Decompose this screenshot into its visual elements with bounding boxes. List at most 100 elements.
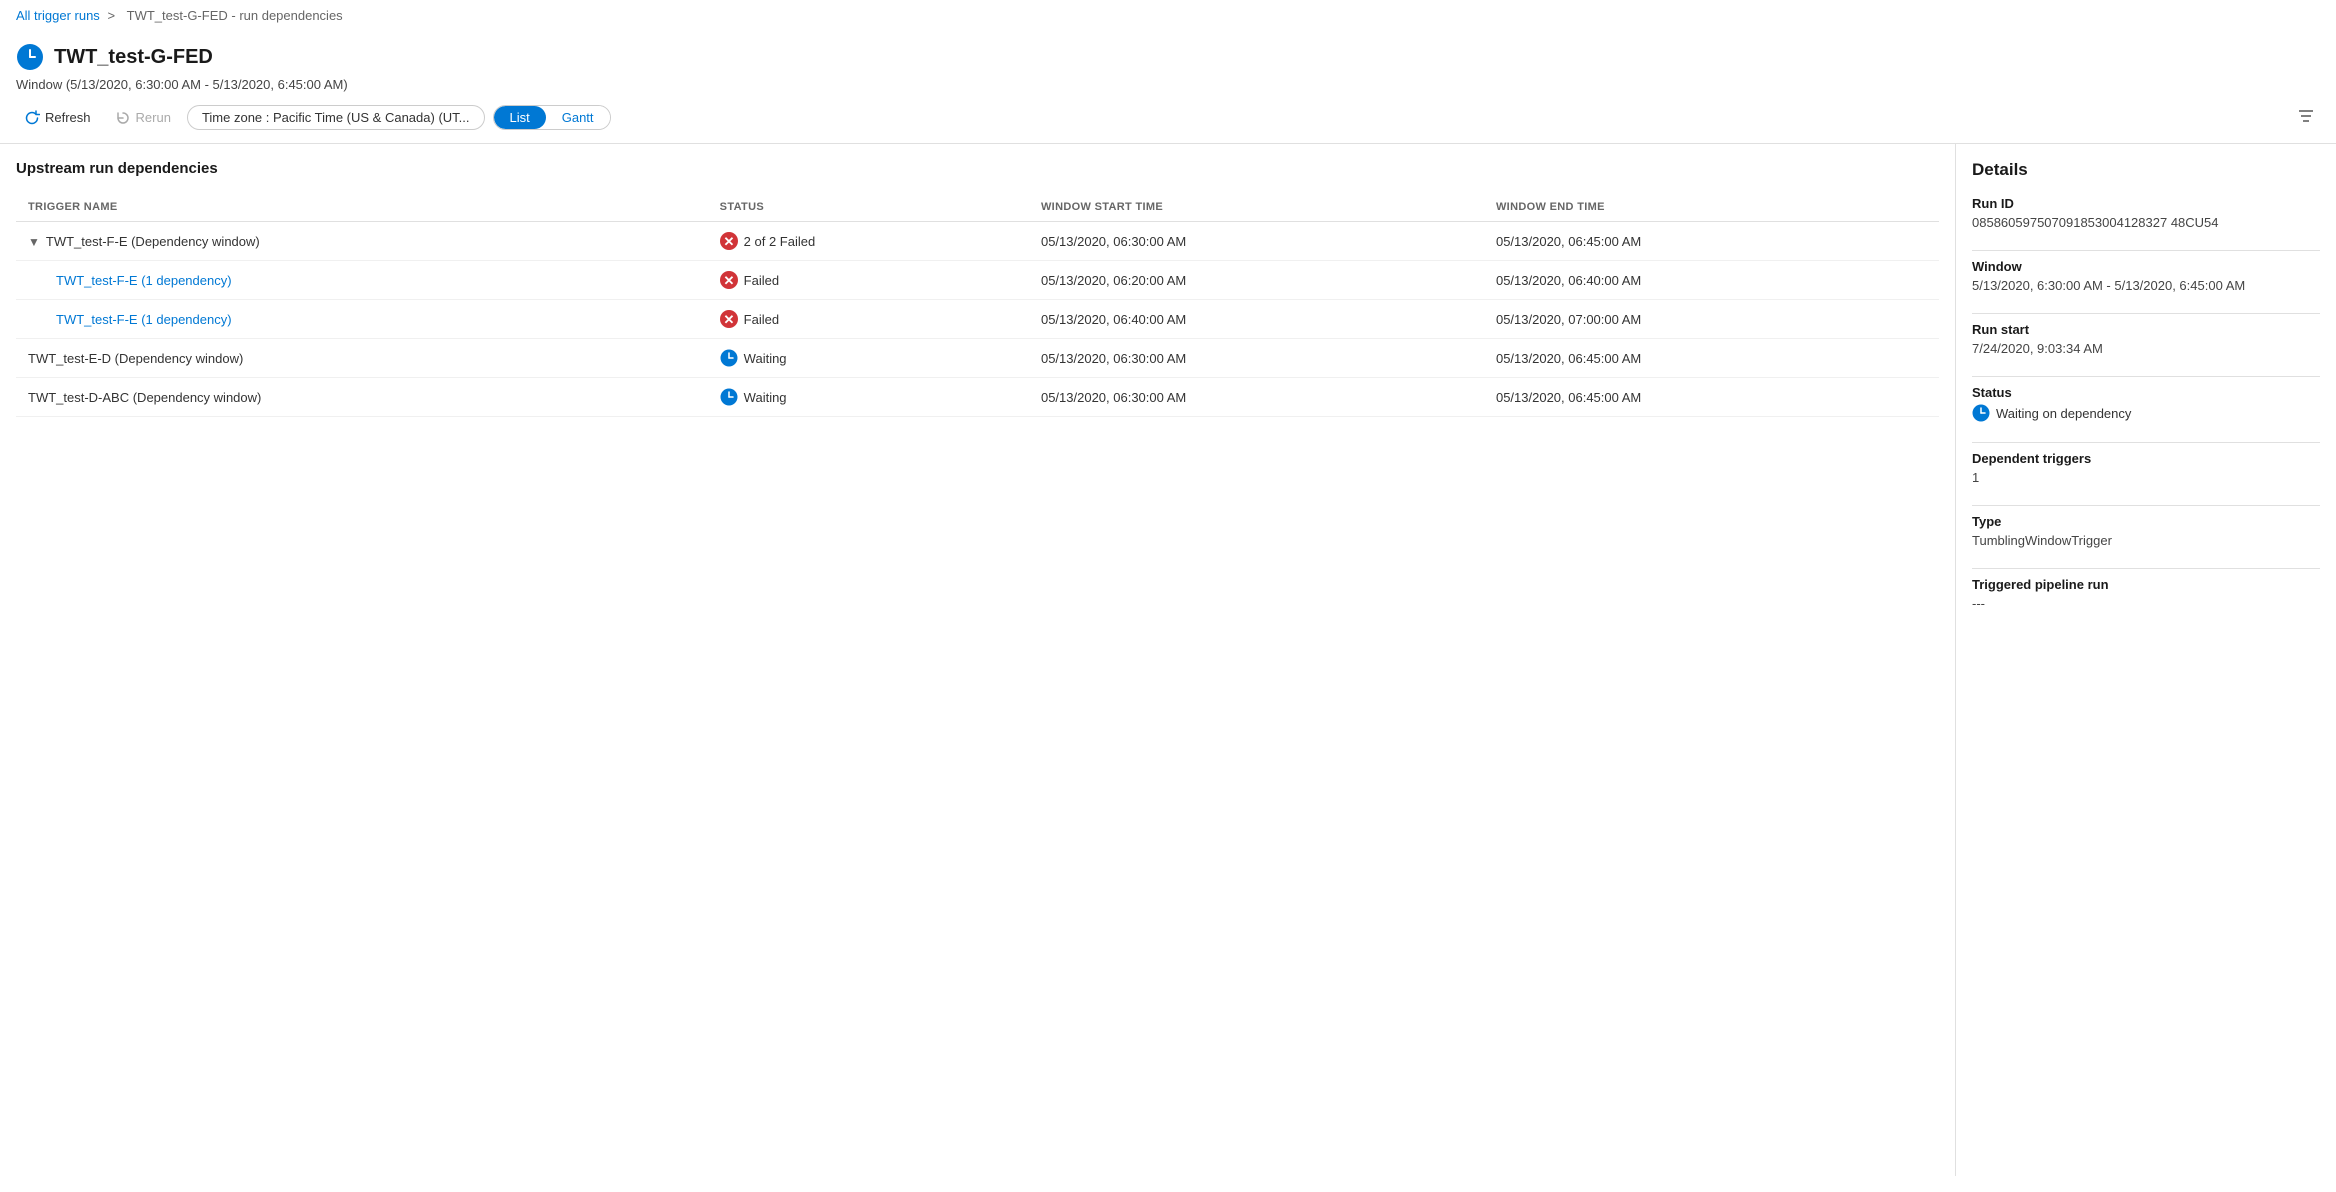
table-row: TWT_test-F-E (1 dependency) ✕ Failed 05/13/… (16, 261, 1939, 300)
dependent-triggers-section: Dependent triggers 1 (1972, 451, 2320, 485)
window-start-cell: 05/13/2020, 06:20:00 AM (1029, 261, 1484, 300)
trigger-name: TWT_test-F-E (Dependency window) (46, 234, 260, 249)
divider-2 (1972, 313, 2320, 314)
details-title: Details (1972, 160, 2320, 180)
window-label: Window (1972, 259, 2320, 274)
rerun-button[interactable]: Rerun (107, 106, 179, 130)
trigger-name-link[interactable]: TWT_test-F-E (1 dependency) (56, 312, 232, 327)
main-content: Upstream run dependencies TRIGGER NAME S… (0, 144, 1956, 1176)
type-label: Type (1972, 514, 2320, 529)
table-row: TWT_test-F-E (1 dependency) ✕ Failed 05/13/… (16, 300, 1939, 339)
trigger-name-cell: TWT_test-F-E (1 dependency) (16, 261, 708, 300)
svg-text:✕: ✕ (723, 273, 734, 288)
col-window-end: WINDOW END TIME (1484, 193, 1939, 222)
trigger-name-cell: TWT_test-F-E (1 dependency) (16, 300, 708, 339)
status-section: Status Waiting on dependency (1972, 385, 2320, 422)
svg-text:✕: ✕ (723, 312, 734, 327)
dependent-triggers-value: 1 (1972, 470, 2320, 485)
divider-6 (1972, 568, 2320, 569)
toolbar: Refresh Rerun Time zone : Pacific Time (… (16, 102, 2320, 143)
main-layout: Upstream run dependencies TRIGGER NAME S… (0, 144, 2336, 1176)
type-section: Type TumblingWindowTrigger (1972, 514, 2320, 548)
run-id-label: Run ID (1972, 196, 2320, 211)
view-toggle: List Gantt (493, 105, 611, 130)
table-row: TWT_test-E-D (Dependency window) Waiting 0… (16, 339, 1939, 378)
status-text: Failed (744, 312, 779, 327)
divider-1 (1972, 250, 2320, 251)
type-value: TumblingWindowTrigger (1972, 533, 2320, 548)
trigger-name: TWT_test-E-D (Dependency window) (28, 351, 243, 366)
rerun-icon (115, 110, 131, 126)
filter-button[interactable] (2292, 102, 2320, 133)
triggered-pipeline-section: Triggered pipeline run --- (1972, 577, 2320, 611)
timezone-label: Time zone : Pacific Time (US & Canada) (… (202, 110, 470, 125)
table-header-row: TRIGGER NAME STATUS WINDOW START TIME WI… (16, 193, 1939, 222)
trigger-name-cell: ▼ TWT_test-F-E (Dependency window) (16, 222, 708, 261)
waiting-icon (720, 349, 738, 367)
triggered-pipeline-label: Triggered pipeline run (1972, 577, 2320, 592)
refresh-button[interactable]: Refresh (16, 106, 99, 130)
status-text: Waiting (744, 351, 787, 366)
status-cell: ✕ Failed (708, 261, 1029, 300)
refresh-icon (24, 110, 40, 126)
status-cell: ✕ Failed (708, 300, 1029, 339)
details-sidebar: Details Run ID 0858605975070918530041283… (1956, 144, 2336, 1176)
section-title: Upstream run dependencies (16, 160, 1939, 177)
window-start-cell: 05/13/2020, 06:30:00 AM (1029, 378, 1484, 417)
status-clock-icon (1972, 404, 1990, 422)
gantt-view-button[interactable]: Gantt (546, 106, 610, 129)
status-text: Waiting (744, 390, 787, 405)
breadcrumb-link[interactable]: All trigger runs (16, 8, 100, 23)
error-icon: ✕ (720, 310, 738, 328)
svg-text:✕: ✕ (723, 234, 734, 249)
run-id-value: 085860597507091853004128327 48CU54 (1972, 215, 2320, 230)
timezone-button[interactable]: Time zone : Pacific Time (US & Canada) (… (187, 105, 485, 130)
window-end-cell: 05/13/2020, 06:45:00 AM (1484, 222, 1939, 261)
divider-3 (1972, 376, 2320, 377)
col-trigger-name: TRIGGER NAME (16, 193, 708, 222)
divider-5 (1972, 505, 2320, 506)
status-cell: Waiting (708, 378, 1029, 417)
filter-icon (2296, 106, 2316, 126)
col-status: STATUS (708, 193, 1029, 222)
page-title: TWT_test-G-FED (54, 46, 213, 69)
window-start-cell: 05/13/2020, 06:30:00 AM (1029, 339, 1484, 378)
divider-4 (1972, 442, 2320, 443)
list-view-button[interactable]: List (494, 106, 546, 129)
window-end-cell: 05/13/2020, 06:40:00 AM (1484, 261, 1939, 300)
window-end-cell: 05/13/2020, 06:45:00 AM (1484, 378, 1939, 417)
trigger-name-cell: TWT_test-E-D (Dependency window) (16, 339, 708, 378)
status-cell: Waiting (708, 339, 1029, 378)
refresh-label: Refresh (45, 110, 91, 125)
window-section: Window 5/13/2020, 6:30:00 AM - 5/13/2020… (1972, 259, 2320, 293)
error-icon: ✕ (720, 232, 738, 250)
triggered-pipeline-value: --- (1972, 596, 2320, 611)
breadcrumb-current: TWT_test-G-FED - run dependencies (127, 8, 343, 23)
run-start-value: 7/24/2020, 9:03:34 AM (1972, 341, 2320, 356)
status-label: Status (1972, 385, 2320, 400)
window-start-cell: 05/13/2020, 06:30:00 AM (1029, 222, 1484, 261)
status-text: Failed (744, 273, 779, 288)
window-end-cell: 05/13/2020, 07:00:00 AM (1484, 300, 1939, 339)
trigger-name-cell: TWT_test-D-ABC (Dependency window) (16, 378, 708, 417)
page-header: TWT_test-G-FED Window (5/13/2020, 6:30:0… (0, 31, 2336, 144)
window-start-cell: 05/13/2020, 06:40:00 AM (1029, 300, 1484, 339)
status-text: 2 of 2 Failed (744, 234, 816, 249)
run-start-label: Run start (1972, 322, 2320, 337)
rerun-label: Rerun (136, 110, 171, 125)
run-id-section: Run ID 085860597507091853004128327 48CU5… (1972, 196, 2320, 230)
row-chevron[interactable]: ▼ (28, 235, 40, 249)
dependent-triggers-label: Dependent triggers (1972, 451, 2320, 466)
error-icon: ✕ (720, 271, 738, 289)
status-text: Waiting on dependency (1996, 406, 2131, 421)
breadcrumb-separator: > (107, 8, 115, 23)
waiting-icon (720, 388, 738, 406)
dependencies-table: TRIGGER NAME STATUS WINDOW START TIME WI… (16, 193, 1939, 417)
trigger-name: TWT_test-D-ABC (Dependency window) (28, 390, 261, 405)
trigger-name-link[interactable]: TWT_test-F-E (1 dependency) (56, 273, 232, 288)
table-row: TWT_test-D-ABC (Dependency window) Waitin… (16, 378, 1939, 417)
window-value: 5/13/2020, 6:30:00 AM - 5/13/2020, 6:45:… (1972, 278, 2320, 293)
status-value: Waiting on dependency (1972, 404, 2320, 422)
col-window-start: WINDOW START TIME (1029, 193, 1484, 222)
window-end-cell: 05/13/2020, 06:45:00 AM (1484, 339, 1939, 378)
